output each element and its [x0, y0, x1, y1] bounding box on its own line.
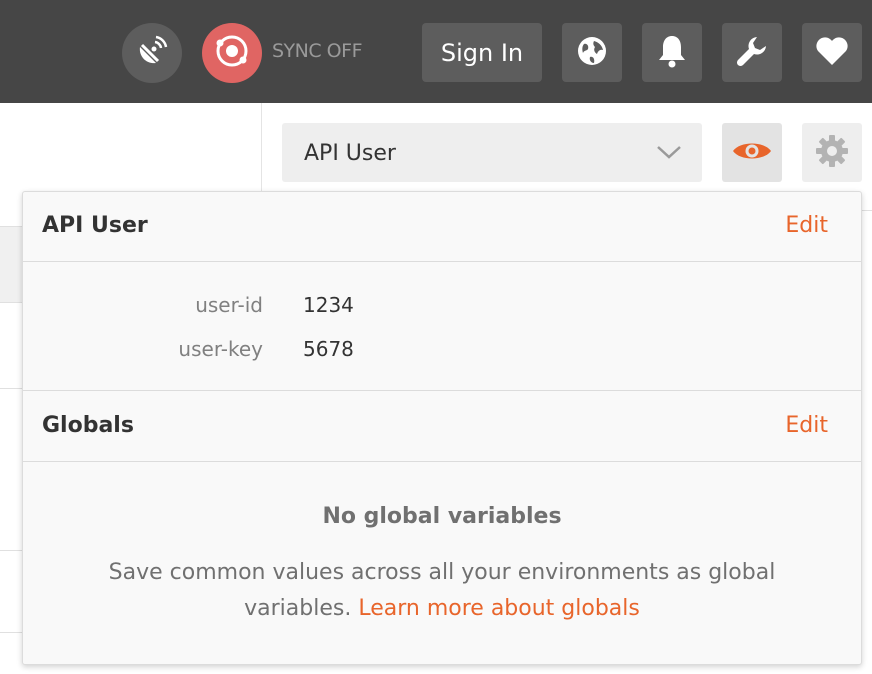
environment-title: API User	[42, 213, 148, 238]
section-divider	[23, 261, 861, 262]
manage-environments-button[interactable]	[802, 123, 862, 182]
notifications-button[interactable]	[642, 23, 702, 82]
section-divider	[23, 390, 861, 391]
wrench-icon	[735, 34, 769, 72]
background-divider	[862, 210, 872, 211]
edit-environment-link[interactable]: Edit	[785, 213, 828, 238]
edit-globals-link[interactable]: Edit	[785, 413, 828, 438]
variable-row: user-id 1234	[23, 293, 861, 323]
variable-value: 5678	[303, 337, 354, 361]
satellite-icon	[134, 33, 170, 73]
settings-tools-button[interactable]	[722, 23, 782, 82]
variable-key: user-key	[178, 337, 263, 361]
top-bar: SYNC OFF Sign In	[0, 0, 872, 103]
heart-icon	[815, 36, 849, 70]
runtime-status-button[interactable]	[562, 23, 622, 82]
section-divider	[23, 461, 861, 462]
variable-value: 1234	[303, 293, 354, 317]
variable-key: user-id	[195, 293, 263, 317]
chevron-down-icon	[656, 144, 682, 164]
empty-globals-title: No global variables	[322, 504, 562, 529]
background-tab-strip	[0, 226, 22, 303]
globals-title: Globals	[42, 413, 134, 438]
sync-status-label: SYNC OFF	[272, 40, 363, 62]
eye-icon	[731, 138, 773, 168]
globals-section-header: Globals Edit	[23, 392, 861, 462]
interceptor-button[interactable]	[122, 23, 182, 83]
variable-row: user-key 5678	[23, 337, 861, 367]
background-divider	[0, 388, 22, 389]
bell-icon	[657, 34, 687, 72]
pane-divider	[261, 103, 262, 191]
background-divider	[0, 632, 22, 633]
favorites-button[interactable]	[802, 23, 862, 82]
background-divider	[0, 550, 22, 551]
empty-globals-description: Save common values across all your envir…	[93, 555, 791, 627]
learn-more-globals-link[interactable]: Learn more about globals	[358, 596, 640, 621]
environment-quick-look-popover: API User Edit user-id 1234 user-key 5678…	[22, 191, 862, 665]
gear-icon	[814, 133, 850, 173]
environment-selected-value: API User	[304, 141, 396, 166]
environment-section-header: API User Edit	[23, 192, 861, 262]
sync-button[interactable]	[202, 23, 262, 83]
sync-orbit-icon	[212, 31, 252, 75]
world-icon	[576, 35, 608, 71]
environment-quick-look-button[interactable]	[722, 123, 782, 182]
sign-in-button[interactable]: Sign In	[422, 23, 542, 82]
environment-dropdown[interactable]: API User	[282, 123, 702, 182]
